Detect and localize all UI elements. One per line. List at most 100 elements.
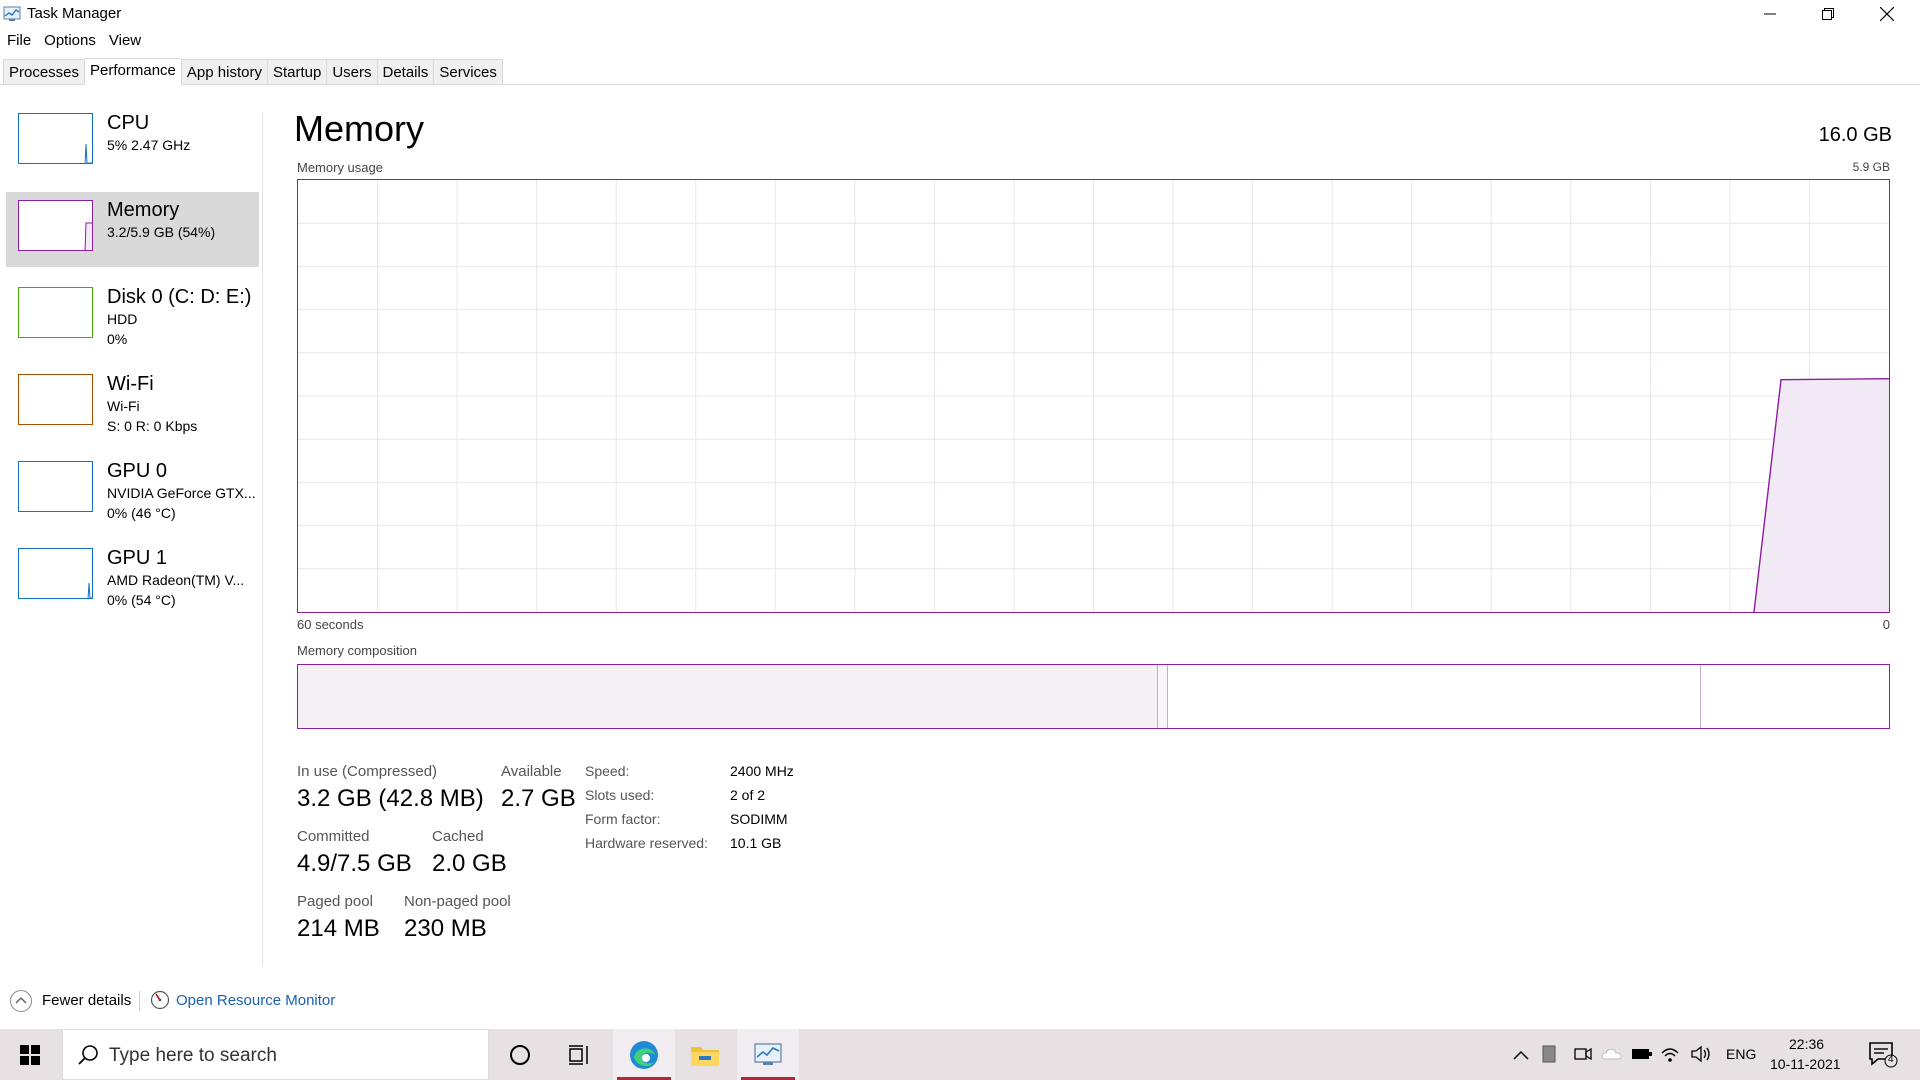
committed-label: Committed	[297, 828, 370, 845]
start-button[interactable]	[0, 1029, 60, 1080]
taskbar-task-manager[interactable]	[737, 1029, 799, 1080]
fewer-details-link[interactable]: Fewer details	[42, 992, 131, 1009]
close-icon	[1880, 7, 1894, 21]
tab-performance[interactable]: Performance	[84, 58, 181, 85]
disk-usage-text: 0%	[107, 331, 128, 347]
wifi-icon[interactable]	[1660, 1045, 1680, 1063]
paged-pool-label: Paged pool	[297, 893, 373, 910]
sidebar-item-wifi[interactable]: Wi-Fi Wi-Fi S: 0 R: 0 Kbps	[6, 366, 259, 441]
restore-button[interactable]	[1799, 0, 1857, 28]
tab-users[interactable]: Users	[326, 59, 377, 85]
gpu0-model-text: NVIDIA GeForce GTX...	[107, 485, 256, 501]
sidebar-item-label: GPU 0	[107, 460, 168, 482]
tab-app-history[interactable]: App history	[180, 59, 267, 85]
tab-startup[interactable]: Startup	[266, 59, 327, 85]
wifi-throughput-text: S: 0 R: 0 Kbps	[107, 418, 198, 434]
sidebar-item-disk[interactable]: Disk 0 (C: D: E:) HDD 0%	[6, 279, 259, 354]
sidebar-item-cpu[interactable]: CPU 5% 2.47 GHz	[6, 105, 259, 180]
sidebar-item-gpu1[interactable]: GPU 1 AMD Radeon(TM) V... 0% (54 °C)	[6, 540, 259, 615]
page-title: Memory	[294, 108, 425, 149]
task-view-icon	[569, 1044, 588, 1065]
tablet-icon[interactable]	[1542, 1045, 1556, 1063]
sidebar-item-gpu0[interactable]: GPU 0 NVIDIA GeForce GTX... 0% (46 °C)	[6, 453, 259, 528]
taskbar-search-box[interactable]: Type here to search	[62, 1029, 489, 1080]
search-icon	[78, 1045, 98, 1065]
disk-thumbnail-graph	[18, 287, 93, 338]
search-placeholder: Type here to search	[109, 1045, 277, 1066]
sidebar-item-label: Wi-Fi	[107, 373, 154, 395]
tab-details[interactable]: Details	[376, 59, 434, 85]
available-label: Available	[501, 763, 562, 780]
wifi-adapter-text: Wi-Fi	[107, 398, 140, 414]
footer-separator	[139, 991, 140, 1011]
memory-usage-max: 5.9 GB	[1852, 160, 1890, 174]
composition-standby-divider	[1700, 665, 1701, 728]
memory-usage-area	[1754, 378, 1889, 612]
action-center-button[interactable]: 4	[1868, 1041, 1898, 1074]
tab-services[interactable]: Services	[433, 59, 503, 85]
fewer-details-button[interactable]	[10, 990, 32, 1012]
taskbar-edge[interactable]	[613, 1029, 675, 1080]
sidebar-item-label: Disk 0 (C: D: E:)	[107, 286, 252, 308]
hardware-reserved-label: Hardware reserved:	[585, 835, 708, 851]
in-use-value: 3.2 GB (42.8 MB)	[297, 785, 484, 812]
sidebar-item-label: Memory	[107, 199, 180, 221]
memory-usage-graph	[297, 179, 1890, 613]
clock-date[interactable]: 10-11-2021	[1770, 1056, 1841, 1072]
sidebar-item-label: GPU 1	[107, 547, 168, 569]
gpu1-model-text: AMD Radeon(TM) V...	[107, 572, 245, 588]
menu-options[interactable]: Options	[37, 30, 102, 52]
memory-composition-label: Memory composition	[297, 643, 417, 658]
time-axis-end: 0	[1882, 617, 1890, 632]
meet-now-icon[interactable]	[1574, 1045, 1592, 1063]
composition-modified	[1158, 665, 1168, 728]
onedrive-icon[interactable]	[1601, 1045, 1623, 1061]
tab-processes[interactable]: Processes	[3, 59, 85, 85]
form-factor-value: SODIMM	[730, 811, 788, 827]
menu-bar: File Options View	[0, 30, 147, 52]
folder-icon	[691, 1046, 719, 1066]
memory-usage-text: 3.2/5.9 GB (54%)	[107, 224, 216, 240]
gpu0-usage-text: 0% (46 °C)	[107, 505, 176, 521]
non-paged-pool-value: 230 MB	[404, 915, 487, 942]
task-view-button[interactable]	[548, 1029, 610, 1080]
cortana-circle-icon	[510, 1044, 530, 1065]
clock-time[interactable]: 22:36	[1789, 1036, 1824, 1052]
form-factor-label: Form factor:	[585, 811, 661, 827]
available-value: 2.7 GB	[501, 785, 576, 812]
performance-sidebar: CPU 5% 2.47 GHz Memory 3.2/5.9 GB (54%) …	[6, 105, 259, 627]
slots-used-value: 2 of 2	[730, 787, 766, 803]
task-manager-icon	[754, 1042, 782, 1065]
edge-browser-icon	[630, 1040, 658, 1069]
taskbar: Type here to search ENG 22:36 10-11-2021…	[0, 1029, 1920, 1080]
chevron-up-icon[interactable]	[1513, 1049, 1529, 1061]
resource-monitor-icon	[150, 990, 170, 1010]
menu-view[interactable]: View	[102, 30, 147, 52]
memory-usage-label: Memory usage	[297, 160, 383, 175]
gpu1-usage-text: 0% (54 °C)	[107, 592, 176, 608]
hardware-reserved-value: 10.1 GB	[730, 835, 782, 851]
cortana-button[interactable]	[489, 1029, 551, 1080]
memory-thumbnail-graph	[18, 200, 93, 251]
battery-icon[interactable]	[1631, 1047, 1653, 1061]
volume-icon[interactable]	[1690, 1045, 1712, 1063]
total-memory: 16.0 GB	[1818, 124, 1892, 146]
chevron-up-icon	[15, 997, 27, 1004]
windows-logo-icon	[20, 1044, 40, 1065]
notification-count: 4	[1888, 1054, 1894, 1065]
slots-used-label: Slots used:	[585, 787, 655, 803]
language-indicator[interactable]: ENG	[1726, 1046, 1756, 1062]
minimize-button[interactable]	[1741, 0, 1799, 28]
close-button[interactable]	[1858, 0, 1916, 28]
committed-value: 4.9/7.5 GB	[297, 850, 412, 877]
composition-in-use	[298, 665, 1158, 728]
restore-icon	[1822, 8, 1834, 20]
cached-label: Cached	[432, 828, 484, 845]
taskbar-file-explorer[interactable]	[674, 1029, 736, 1080]
footer-bar: Fewer details Open Resource Monitor	[0, 985, 1920, 1015]
sidebar-item-label: CPU	[107, 112, 150, 134]
menu-file[interactable]: File	[0, 30, 37, 52]
open-resource-monitor-link[interactable]: Open Resource Monitor	[176, 992, 335, 1009]
speed-label: Speed:	[585, 763, 630, 779]
sidebar-item-memory[interactable]: Memory 3.2/5.9 GB (54%)	[6, 192, 259, 267]
